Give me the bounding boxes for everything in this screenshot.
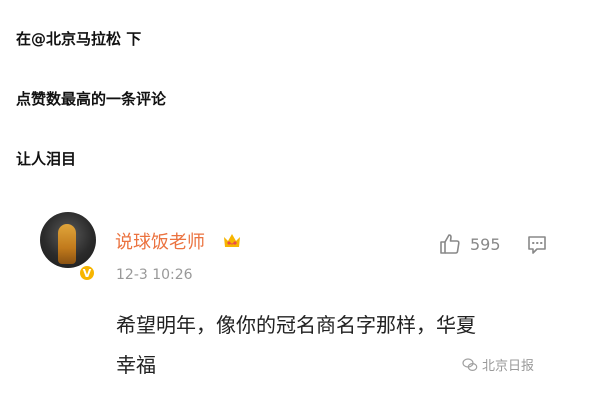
watermark-label: 北京日报	[482, 359, 535, 374]
like-count: 595	[470, 235, 501, 254]
comment-username[interactable]: 说球饭老师	[115, 228, 205, 254]
post-line-mention: 在@北京马拉松 下	[16, 30, 142, 48]
thumbs-up-icon[interactable]	[438, 232, 462, 256]
wechat-icon	[462, 357, 478, 371]
avatar[interactable]	[40, 212, 96, 268]
comment-timestamp: 12-3 10:26	[116, 267, 193, 283]
comment-icon[interactable]	[526, 234, 548, 256]
comment-text: 希望明年，像你的冠名商名字那样，华夏幸福	[116, 313, 476, 377]
crown-icon	[224, 234, 240, 247]
watermark: 北京日报	[462, 355, 534, 374]
post-line-top-comment: 点赞数最高的一条评论	[16, 90, 167, 108]
verified-badge-icon: V	[78, 264, 96, 282]
post-line-touching: 让人泪目	[16, 150, 77, 168]
avatar-figure	[58, 224, 76, 264]
